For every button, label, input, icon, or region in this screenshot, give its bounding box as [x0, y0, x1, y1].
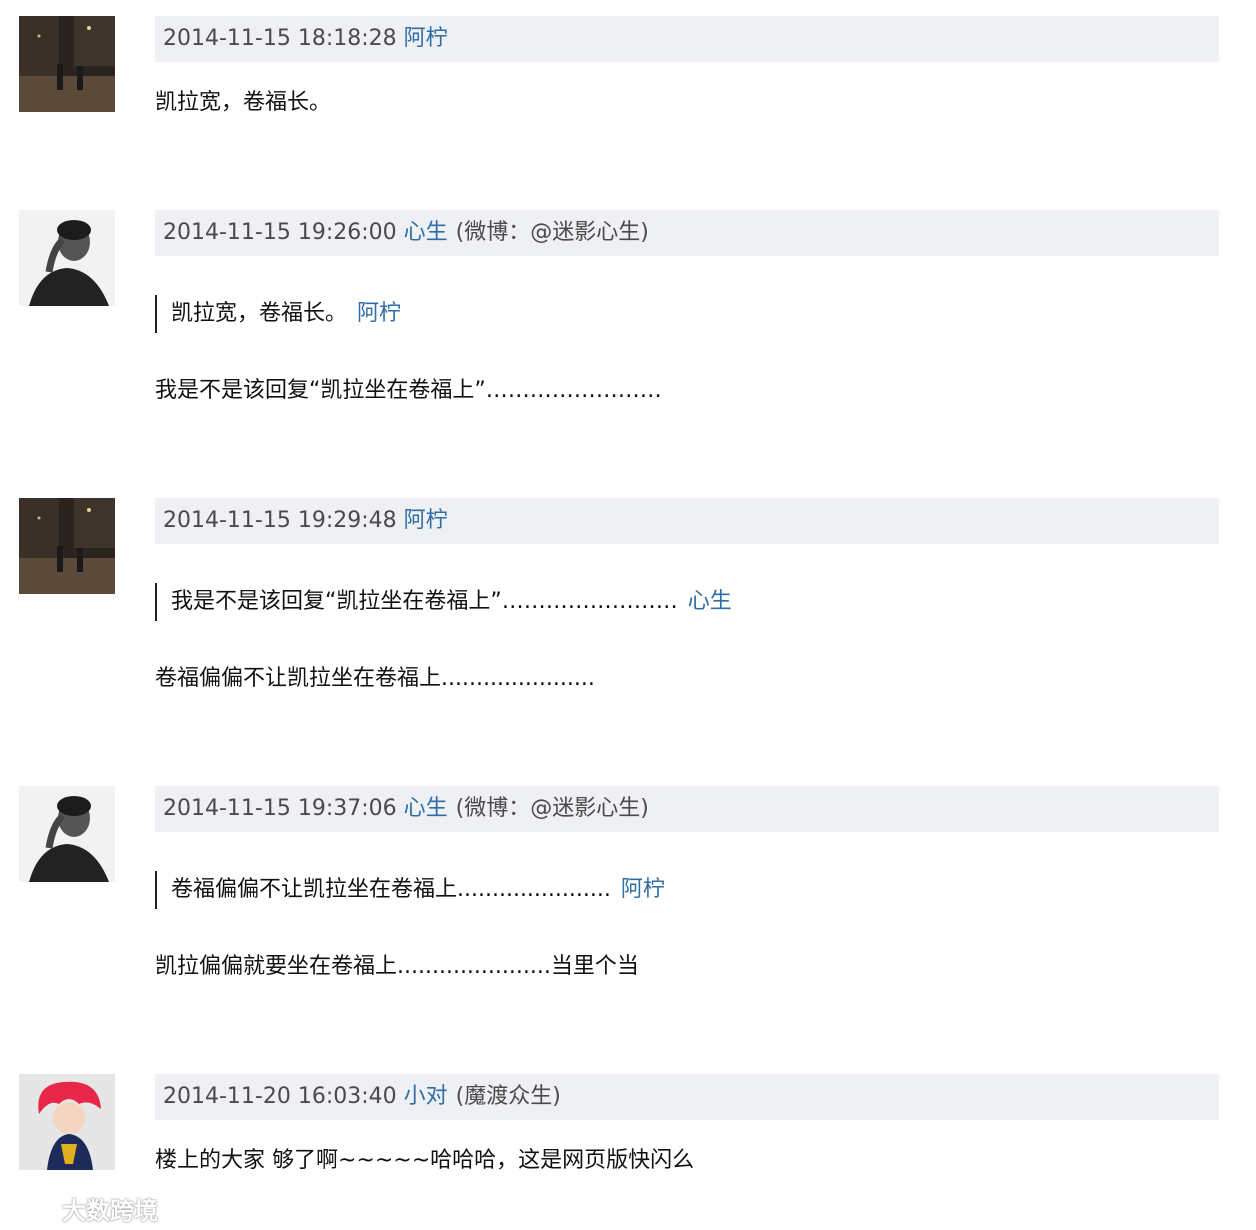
watermark-text: 大数跨境	[62, 1196, 158, 1225]
comment-timestamp: 2014-11-15 18:18:28	[163, 26, 397, 51]
comment-header: 2014-11-15 19:37:06 心生 (微博：@迷影心生)	[155, 786, 1219, 832]
night-street-avatar-image	[19, 16, 115, 112]
comment-header: 2014-11-15 19:26:00 心生 (微博：@迷影心生)	[155, 210, 1219, 256]
comment-timestamp: 2014-11-15 19:29:48	[163, 508, 397, 533]
quoted-author-link[interactable]: 阿柠	[357, 301, 401, 326]
quoted-author-link[interactable]: 阿柠	[621, 877, 665, 902]
comment-timestamp: 2014-11-15 19:37:06	[163, 796, 397, 821]
watermark: 大数跨境	[8, 1192, 158, 1225]
user-avatar[interactable]	[19, 16, 115, 112]
quoted-reply: 我是不是该回复“凯拉坐在卷福上”…………………… 心生	[155, 583, 732, 621]
user-avatar[interactable]	[19, 210, 115, 306]
comment-author-link[interactable]: 心生	[404, 796, 448, 821]
user-avatar[interactable]	[19, 498, 115, 594]
comment-text: 凯拉宽，卷福长。	[155, 90, 332, 115]
comment-header: 2014-11-15 19:29:48 阿柠	[155, 498, 1219, 544]
user-avatar[interactable]	[19, 1074, 115, 1170]
night-street-avatar-image	[19, 498, 115, 594]
watermark-logo-icon	[9, 1196, 56, 1221]
quoted-text: 卷福偏偏不让凯拉坐在卷福上......................	[171, 877, 611, 902]
quoted-reply: 凯拉宽，卷福长。 阿柠	[155, 295, 401, 333]
comment-timestamp: 2014-11-15 19:26:00	[163, 220, 397, 245]
comment-author-extra: (魔渡众生)	[455, 1084, 561, 1109]
comment-header: 2014-11-15 18:18:28 阿柠	[155, 16, 1219, 62]
comment-text: 我是不是该回复“凯拉坐在卷福上”……………………	[155, 378, 662, 403]
man-portrait-avatar-image	[19, 786, 115, 882]
quoted-text: 凯拉宽，卷福长。	[171, 301, 348, 326]
comment-text: 卷福偏偏不让凯拉坐在卷福上......................	[155, 666, 595, 691]
comment-timestamp: 2014-11-20 16:03:40	[163, 1084, 397, 1109]
quoted-reply: 卷福偏偏不让凯拉坐在卷福上...................... 阿柠	[155, 871, 665, 909]
comment-author-link[interactable]: 心生	[404, 220, 448, 245]
comment-author-link[interactable]: 阿柠	[404, 26, 448, 51]
comment-header: 2014-11-20 16:03:40 小对 (魔渡众生)	[155, 1074, 1219, 1120]
comment-author-link[interactable]: 小对	[404, 1084, 448, 1109]
quoted-author-link[interactable]: 心生	[688, 589, 732, 614]
comment-text: 凯拉偏偏就要坐在卷福上......................当里个当	[155, 954, 639, 979]
comment-text: 楼上的大家 够了啊~~~~~哈哈哈，这是网页版快闪么	[155, 1148, 695, 1173]
comment-author-extra: (微博：@迷影心生)	[455, 220, 649, 245]
comment-author-extra: (微博：@迷影心生)	[455, 796, 649, 821]
comment-author-link[interactable]: 阿柠	[404, 508, 448, 533]
red-hair-figure-avatar-image	[19, 1074, 115, 1170]
quoted-text: 我是不是该回复“凯拉坐在卷福上”……………………	[171, 589, 678, 614]
user-avatar[interactable]	[19, 786, 115, 882]
man-portrait-avatar-image	[19, 210, 115, 306]
